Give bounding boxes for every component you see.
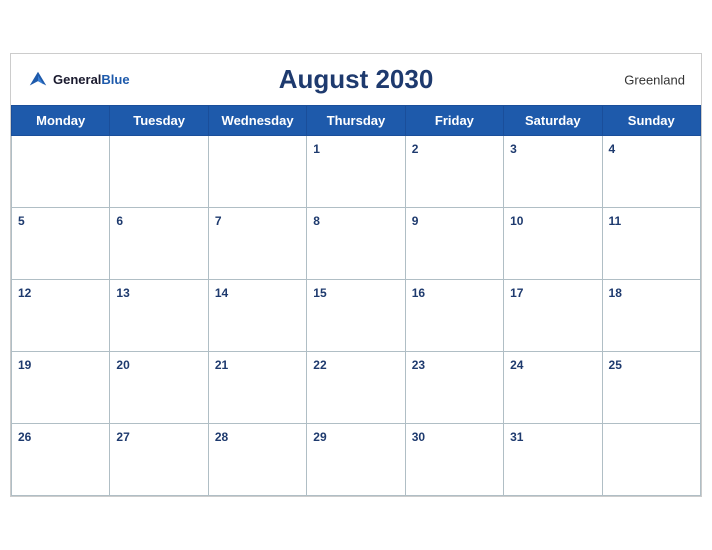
calendar-container: GeneralBlue August 2030 Greenland Monday…	[10, 53, 702, 497]
day-number: 7	[215, 214, 222, 228]
day-number: 31	[510, 430, 523, 444]
week-row-3: 12 13 14 15 16 17 18	[12, 280, 701, 352]
calendar-cell: 18	[602, 280, 700, 352]
day-number: 12	[18, 286, 31, 300]
day-number: 8	[313, 214, 320, 228]
calendar-body: 1234567891011121314151617181920212223242…	[12, 136, 701, 496]
weekday-header-row: Monday Tuesday Wednesday Thursday Friday…	[12, 106, 701, 136]
calendar-cell: 5	[12, 208, 110, 280]
calendar-cell	[208, 136, 306, 208]
calendar-cell: 22	[307, 352, 405, 424]
day-number: 4	[609, 142, 616, 156]
week-row-2: 5 6 7 8 9 10 11	[12, 208, 701, 280]
day-number: 16	[412, 286, 425, 300]
region-label: Greenland	[624, 72, 685, 87]
calendar-cell: 25	[602, 352, 700, 424]
calendar-cell: 8	[307, 208, 405, 280]
logo-area: GeneralBlue	[27, 69, 130, 91]
calendar-cell: 23	[405, 352, 503, 424]
day-number: 15	[313, 286, 326, 300]
calendar-cell: 16	[405, 280, 503, 352]
header-tuesday: Tuesday	[110, 106, 208, 136]
day-number: 5	[18, 214, 25, 228]
calendar-cell: 12	[12, 280, 110, 352]
day-number: 20	[116, 358, 129, 372]
day-number: 2	[412, 142, 419, 156]
calendar-cell	[12, 136, 110, 208]
calendar-cell: 20	[110, 352, 208, 424]
day-number: 25	[609, 358, 622, 372]
day-number: 22	[313, 358, 326, 372]
header-saturday: Saturday	[504, 106, 602, 136]
calendar-cell: 19	[12, 352, 110, 424]
header-monday: Monday	[12, 106, 110, 136]
header-friday: Friday	[405, 106, 503, 136]
day-number: 1	[313, 142, 320, 156]
header-wednesday: Wednesday	[208, 106, 306, 136]
calendar-cell: 3	[504, 136, 602, 208]
day-number: 24	[510, 358, 523, 372]
calendar-header: GeneralBlue August 2030 Greenland	[11, 54, 701, 105]
week-row-4: 19 20 21 22 23 24 25	[12, 352, 701, 424]
day-number: 23	[412, 358, 425, 372]
day-number: 26	[18, 430, 31, 444]
day-number: 11	[609, 214, 622, 228]
calendar-cell: 13	[110, 280, 208, 352]
calendar-cell: 26	[12, 424, 110, 496]
logo-text: GeneralBlue	[53, 71, 130, 89]
calendar-cell: 15	[307, 280, 405, 352]
day-number: 21	[215, 358, 228, 372]
calendar-cell: 28	[208, 424, 306, 496]
calendar-cell: 6	[110, 208, 208, 280]
day-number: 10	[510, 214, 523, 228]
day-number: 3	[510, 142, 517, 156]
day-number: 29	[313, 430, 326, 444]
calendar-cell: 30	[405, 424, 503, 496]
calendar-cell: 9	[405, 208, 503, 280]
header-sunday: Sunday	[602, 106, 700, 136]
calendar-title: August 2030	[279, 64, 434, 95]
day-number: 18	[609, 286, 622, 300]
calendar-grid: Monday Tuesday Wednesday Thursday Friday…	[11, 105, 701, 496]
week-row-1: 1 2 3 4	[12, 136, 701, 208]
day-number: 6	[116, 214, 123, 228]
calendar-cell: 2	[405, 136, 503, 208]
calendar-cell: 17	[504, 280, 602, 352]
calendar-cell: 10	[504, 208, 602, 280]
day-number: 13	[116, 286, 129, 300]
day-number: 30	[412, 430, 425, 444]
calendar-cell	[602, 424, 700, 496]
calendar-cell: 11	[602, 208, 700, 280]
calendar-cell: 14	[208, 280, 306, 352]
day-number: 27	[116, 430, 129, 444]
calendar-cell: 1	[307, 136, 405, 208]
calendar-cell: 29	[307, 424, 405, 496]
calendar-cell: 27	[110, 424, 208, 496]
day-number: 14	[215, 286, 228, 300]
calendar-cell: 4	[602, 136, 700, 208]
calendar-cell	[110, 136, 208, 208]
calendar-cell: 24	[504, 352, 602, 424]
logo-bird-icon	[27, 69, 49, 91]
header-thursday: Thursday	[307, 106, 405, 136]
day-number: 17	[510, 286, 523, 300]
calendar-cell: 21	[208, 352, 306, 424]
week-row-5: 26 27 28 29 30 31	[12, 424, 701, 496]
calendar-cell: 31	[504, 424, 602, 496]
day-number: 9	[412, 214, 419, 228]
day-number: 19	[18, 358, 31, 372]
calendar-cell: 7	[208, 208, 306, 280]
day-number: 28	[215, 430, 228, 444]
